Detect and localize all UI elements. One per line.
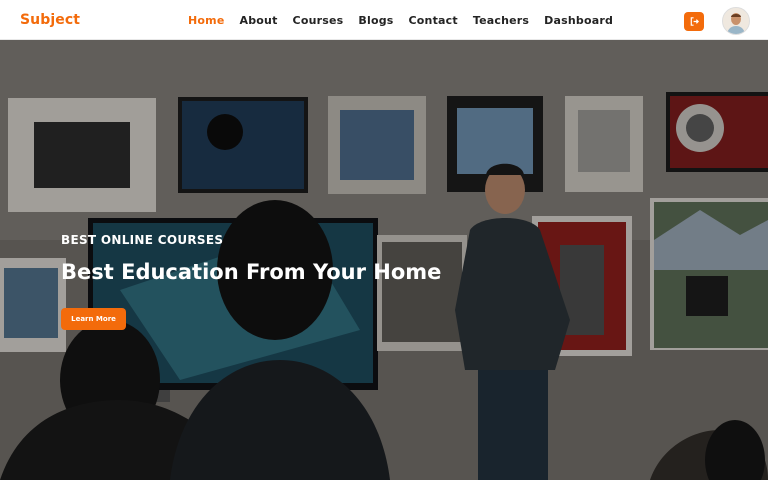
logout-button[interactable]	[684, 12, 704, 31]
main-nav: Home About Courses Blogs Contact Teacher…	[188, 14, 628, 27]
nav-teachers[interactable]: Teachers	[473, 14, 529, 27]
hero-section: BEST ONLINE COURSES Best Education From …	[0, 40, 768, 480]
avatar-image	[723, 8, 749, 34]
hero-title: Best Education From Your Home	[61, 260, 442, 284]
hero-kicker: BEST ONLINE COURSES	[61, 233, 224, 247]
navbar: Subject Home About Courses Blogs Contact…	[0, 0, 768, 40]
nav-about[interactable]: About	[240, 14, 278, 27]
nav-courses[interactable]: Courses	[293, 14, 344, 27]
nav-dashboard[interactable]: Dashboard	[544, 14, 613, 27]
nav-blogs[interactable]: Blogs	[358, 14, 393, 27]
nav-home[interactable]: Home	[188, 14, 225, 27]
nav-contact[interactable]: Contact	[409, 14, 458, 27]
user-avatar[interactable]	[722, 7, 750, 35]
learn-more-button[interactable]: Learn More	[61, 308, 126, 330]
brand-logo[interactable]: Subject	[20, 12, 80, 28]
logout-icon	[690, 17, 699, 26]
